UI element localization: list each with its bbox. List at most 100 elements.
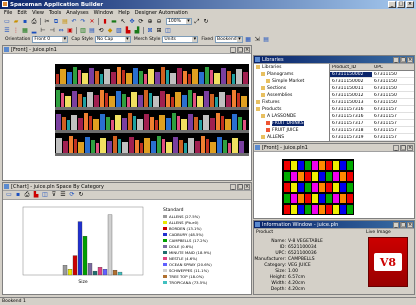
product-block[interactable] (333, 194, 339, 203)
product-block[interactable] (326, 183, 332, 192)
product-facing[interactable] (67, 72, 72, 84)
product-facing[interactable] (203, 115, 209, 130)
product-facing[interactable] (109, 96, 115, 107)
product-facing[interactable] (144, 114, 149, 130)
highlight-icon[interactable]: ◆ (106, 27, 114, 35)
lock-icon[interactable]: ⊠ (146, 27, 154, 35)
product-facing[interactable] (236, 69, 242, 84)
product-block[interactable] (340, 183, 346, 192)
undo-icon[interactable]: ↶ (70, 18, 78, 26)
product-facing[interactable] (56, 74, 59, 84)
report-icon[interactable]: ▧ (115, 27, 123, 35)
product-facing[interactable] (239, 141, 244, 153)
product-facing[interactable] (183, 71, 187, 84)
product-facing[interactable] (113, 136, 117, 153)
align-right-icon[interactable]: ⊣ (48, 27, 56, 35)
product-facing[interactable] (85, 137, 90, 153)
fit-icon[interactable]: ⤢ (193, 18, 201, 26)
product-facing[interactable] (217, 137, 222, 153)
product-block[interactable] (291, 161, 297, 170)
product-facing[interactable] (61, 93, 64, 107)
product-facing[interactable] (131, 92, 137, 107)
small-plan-minimize-button[interactable]: _ (393, 145, 399, 151)
paste-icon[interactable]: ▤ (61, 18, 69, 26)
product-facing[interactable] (232, 74, 235, 84)
product-facing[interactable] (82, 73, 88, 84)
table-row[interactable]: 67311157318 67311157 (330, 127, 414, 134)
menu-tools[interactable]: Tools (49, 10, 61, 16)
menu-analyses[interactable]: Analyses (66, 10, 88, 16)
chart-icon[interactable]: ▙ (124, 27, 132, 35)
product-facing[interactable] (199, 120, 202, 130)
product-facing[interactable] (197, 96, 203, 107)
tree-item[interactable]: A LASSONDE (256, 113, 329, 120)
product-facing[interactable] (148, 69, 154, 84)
product-facing[interactable] (60, 69, 66, 84)
product-facing[interactable] (241, 96, 247, 107)
table-row[interactable]: 67311157319 67311157 (330, 134, 414, 141)
product-facing[interactable] (182, 95, 187, 107)
tree-item[interactable]: FRUIT DRINKS (256, 120, 329, 127)
product-facing[interactable] (204, 91, 209, 107)
product-facing[interactable] (243, 120, 246, 130)
orientation-select[interactable]: Front 0 (32, 36, 69, 43)
product-block[interactable] (347, 205, 353, 214)
product-facing[interactable] (172, 113, 176, 130)
product-block[interactable] (347, 172, 353, 181)
product-block[interactable] (333, 205, 339, 214)
analysis-icon[interactable]: ▟ (133, 27, 141, 35)
product-facing[interactable] (171, 97, 174, 107)
product-facing[interactable] (228, 143, 231, 153)
information-window-titlebar[interactable]: Information Window - juice.pln _ □ × (254, 221, 414, 229)
table-icon[interactable]: ▤ (262, 36, 270, 44)
product-block[interactable] (347, 161, 353, 170)
product-facing[interactable] (122, 94, 126, 107)
product-facing[interactable] (122, 70, 125, 84)
planogram-minimize-button[interactable]: _ (230, 47, 236, 53)
close-button[interactable]: × (406, 1, 414, 8)
new-icon[interactable]: ▭ (3, 18, 11, 26)
small-planogram-titlebar[interactable]: [Front] - juice.pln1 _ □ × (254, 144, 414, 152)
small-plan-close-button[interactable]: × (407, 145, 413, 151)
product-block[interactable] (340, 205, 346, 214)
product-facing[interactable] (63, 141, 68, 153)
chart-print-icon[interactable]: ⎙ (23, 191, 31, 199)
bar-icon[interactable]: ▂ (30, 27, 38, 35)
product-facing[interactable] (177, 68, 182, 84)
bin-icon[interactable]: ▦ (21, 27, 29, 35)
menu-window[interactable]: Window (94, 10, 114, 16)
product-facing[interactable] (95, 71, 99, 84)
product-facing[interactable] (223, 140, 227, 153)
product-facing[interactable] (179, 140, 183, 153)
product-block[interactable] (312, 172, 318, 181)
product-facing[interactable] (193, 93, 196, 107)
small-planogram-canvas[interactable] (282, 159, 354, 215)
product-facing[interactable] (162, 139, 165, 153)
product-facing[interactable] (216, 113, 220, 130)
tree-item[interactable]: Products (256, 106, 329, 113)
product-block[interactable] (291, 172, 297, 181)
tree-item[interactable]: Fixtures (256, 99, 329, 106)
product-facing[interactable] (89, 116, 92, 130)
product-facing[interactable] (175, 92, 181, 107)
product-facing[interactable] (133, 116, 136, 130)
apply-icon[interactable]: ▦ (244, 36, 252, 44)
product-facing[interactable] (138, 95, 143, 107)
product-block[interactable] (340, 194, 346, 203)
product-facing[interactable] (181, 119, 187, 130)
product-grid[interactable]: Product_ID UPC 67311150002 67311150 67311150… (330, 64, 414, 142)
product-facing[interactable] (157, 136, 161, 153)
product-facing[interactable] (56, 90, 60, 107)
product-block[interactable] (291, 194, 297, 203)
fixed-select[interactable]: Bookend (215, 36, 244, 43)
product-facing[interactable] (105, 93, 108, 107)
product-block[interactable] (284, 205, 290, 214)
product-facing[interactable] (199, 72, 204, 84)
product-facing[interactable] (133, 68, 138, 84)
menu-edit[interactable]: Edit (17, 10, 27, 16)
chart-legend-icon[interactable]: ☰ (59, 191, 67, 199)
product-facing[interactable] (188, 114, 193, 130)
libraries-minimize-button[interactable]: _ (393, 57, 399, 63)
chart-type-icon[interactable]: ▙ (32, 191, 40, 199)
product-facing[interactable] (137, 119, 143, 130)
